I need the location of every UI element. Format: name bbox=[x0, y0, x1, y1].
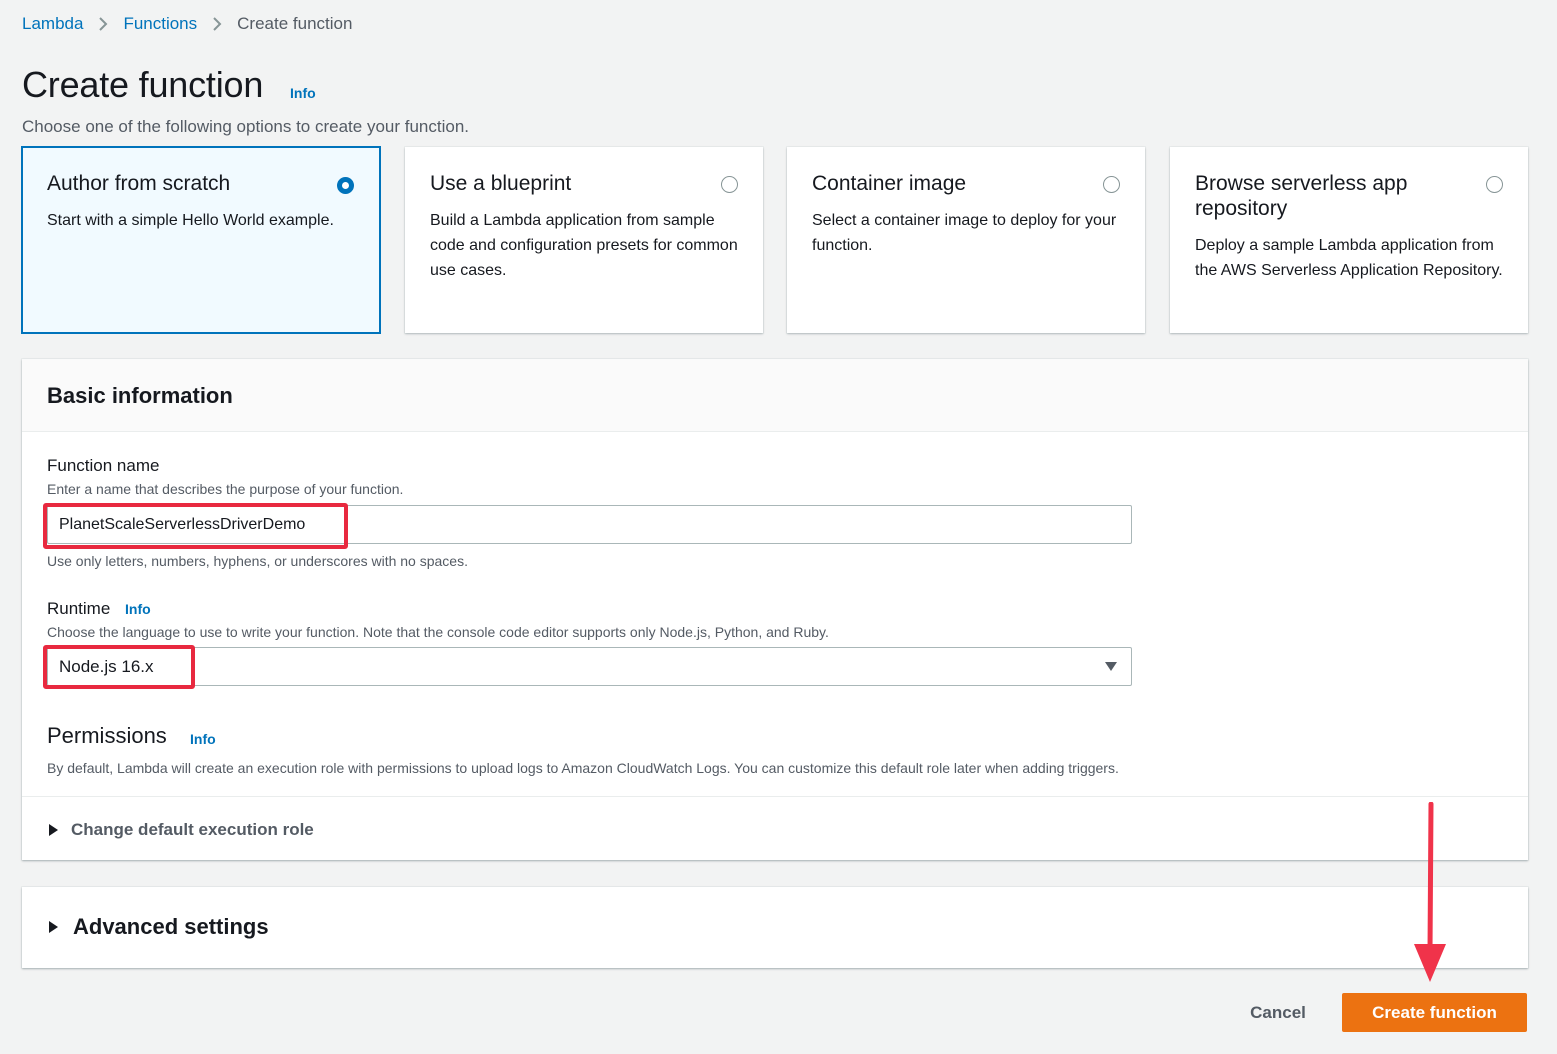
runtime-label: Runtime Info bbox=[47, 599, 829, 619]
runtime-description: Choose the language to use to write your… bbox=[47, 624, 829, 640]
option-description: Deploy a sample Lambda application from … bbox=[1195, 237, 1503, 279]
breadcrumb-functions[interactable]: Functions bbox=[123, 14, 197, 34]
chevron-right-icon bbox=[197, 16, 237, 32]
divider bbox=[22, 796, 1528, 797]
function-name-label-group: Function name Enter a name that describe… bbox=[47, 456, 403, 497]
create-function-button[interactable]: Create function bbox=[1342, 993, 1527, 1032]
radio-button[interactable] bbox=[1486, 176, 1503, 193]
permissions-title: Permissions bbox=[47, 723, 167, 748]
permissions-description: By default, Lambda will create an execut… bbox=[47, 760, 1119, 776]
breadcrumb: Lambda Functions Create function bbox=[22, 14, 352, 34]
option-title: Use a blueprint bbox=[430, 172, 572, 195]
chevron-right-icon bbox=[83, 16, 123, 32]
option-description: Start with a simple Hello World example. bbox=[47, 212, 334, 229]
page-subtitle: Choose one of the following options to c… bbox=[22, 117, 470, 136]
option-use-a-blueprint[interactable]: Use a blueprint Build a Lambda applicati… bbox=[405, 147, 763, 333]
option-description: Select a container image to deploy for y… bbox=[812, 212, 1117, 254]
create-options: Author from scratch Start with a simple … bbox=[22, 147, 1528, 333]
option-description: Build a Lambda application from sample c… bbox=[430, 212, 738, 279]
page-title: Create function bbox=[22, 64, 264, 105]
option-author-from-scratch[interactable]: Author from scratch Start with a simple … bbox=[22, 147, 380, 333]
breadcrumb-lambda[interactable]: Lambda bbox=[22, 14, 83, 34]
expander-label: Change default execution role bbox=[71, 820, 314, 839]
caret-right-icon bbox=[49, 921, 58, 933]
radio-button[interactable] bbox=[721, 176, 738, 193]
runtime-info-link[interactable]: Info bbox=[125, 601, 151, 617]
advanced-settings-panel: Advanced settings bbox=[22, 887, 1528, 968]
option-title: Browse serverless app repository bbox=[1195, 172, 1408, 220]
panel-header: Basic information bbox=[22, 359, 1528, 432]
annotation-highlight-box bbox=[43, 503, 348, 549]
function-name-label: Function name bbox=[47, 456, 160, 475]
caret-down-icon bbox=[1105, 662, 1117, 671]
permissions-info-link[interactable]: Info bbox=[190, 731, 216, 747]
function-name-description: Enter a name that describes the purpose … bbox=[47, 481, 404, 497]
change-default-execution-role-expander[interactable]: Change default execution role bbox=[49, 820, 314, 840]
advanced-settings-expander[interactable]: Advanced settings bbox=[49, 914, 269, 940]
function-name-constraint: Use only letters, numbers, hyphens, or u… bbox=[47, 553, 468, 569]
breadcrumb-current: Create function bbox=[237, 14, 353, 33]
option-title: Container image bbox=[812, 172, 967, 195]
runtime-select[interactable]: Node.js 16.x bbox=[47, 647, 1132, 686]
annotation-arrow-icon bbox=[1414, 802, 1446, 982]
advanced-settings-label: Advanced settings bbox=[73, 914, 269, 939]
option-browse-serverless-app-repository[interactable]: Browse serverless app repository Deploy … bbox=[1170, 147, 1528, 333]
runtime-label-group: Runtime Info Choose the language to use … bbox=[47, 599, 829, 640]
option-title: Author from scratch bbox=[47, 172, 231, 195]
caret-right-icon bbox=[49, 824, 58, 836]
option-container-image[interactable]: Container image Select a container image… bbox=[787, 147, 1145, 333]
panel-title: Basic information bbox=[47, 383, 233, 408]
title-info-link[interactable]: Info bbox=[290, 85, 316, 101]
cancel-button[interactable]: Cancel bbox=[1236, 993, 1320, 1032]
radio-button[interactable] bbox=[1103, 176, 1120, 193]
runtime-label-text: Runtime bbox=[47, 599, 111, 618]
annotation-highlight-box bbox=[43, 645, 195, 689]
radio-button[interactable] bbox=[337, 177, 354, 194]
basic-information-panel: Basic information Function name Enter a … bbox=[22, 359, 1528, 860]
